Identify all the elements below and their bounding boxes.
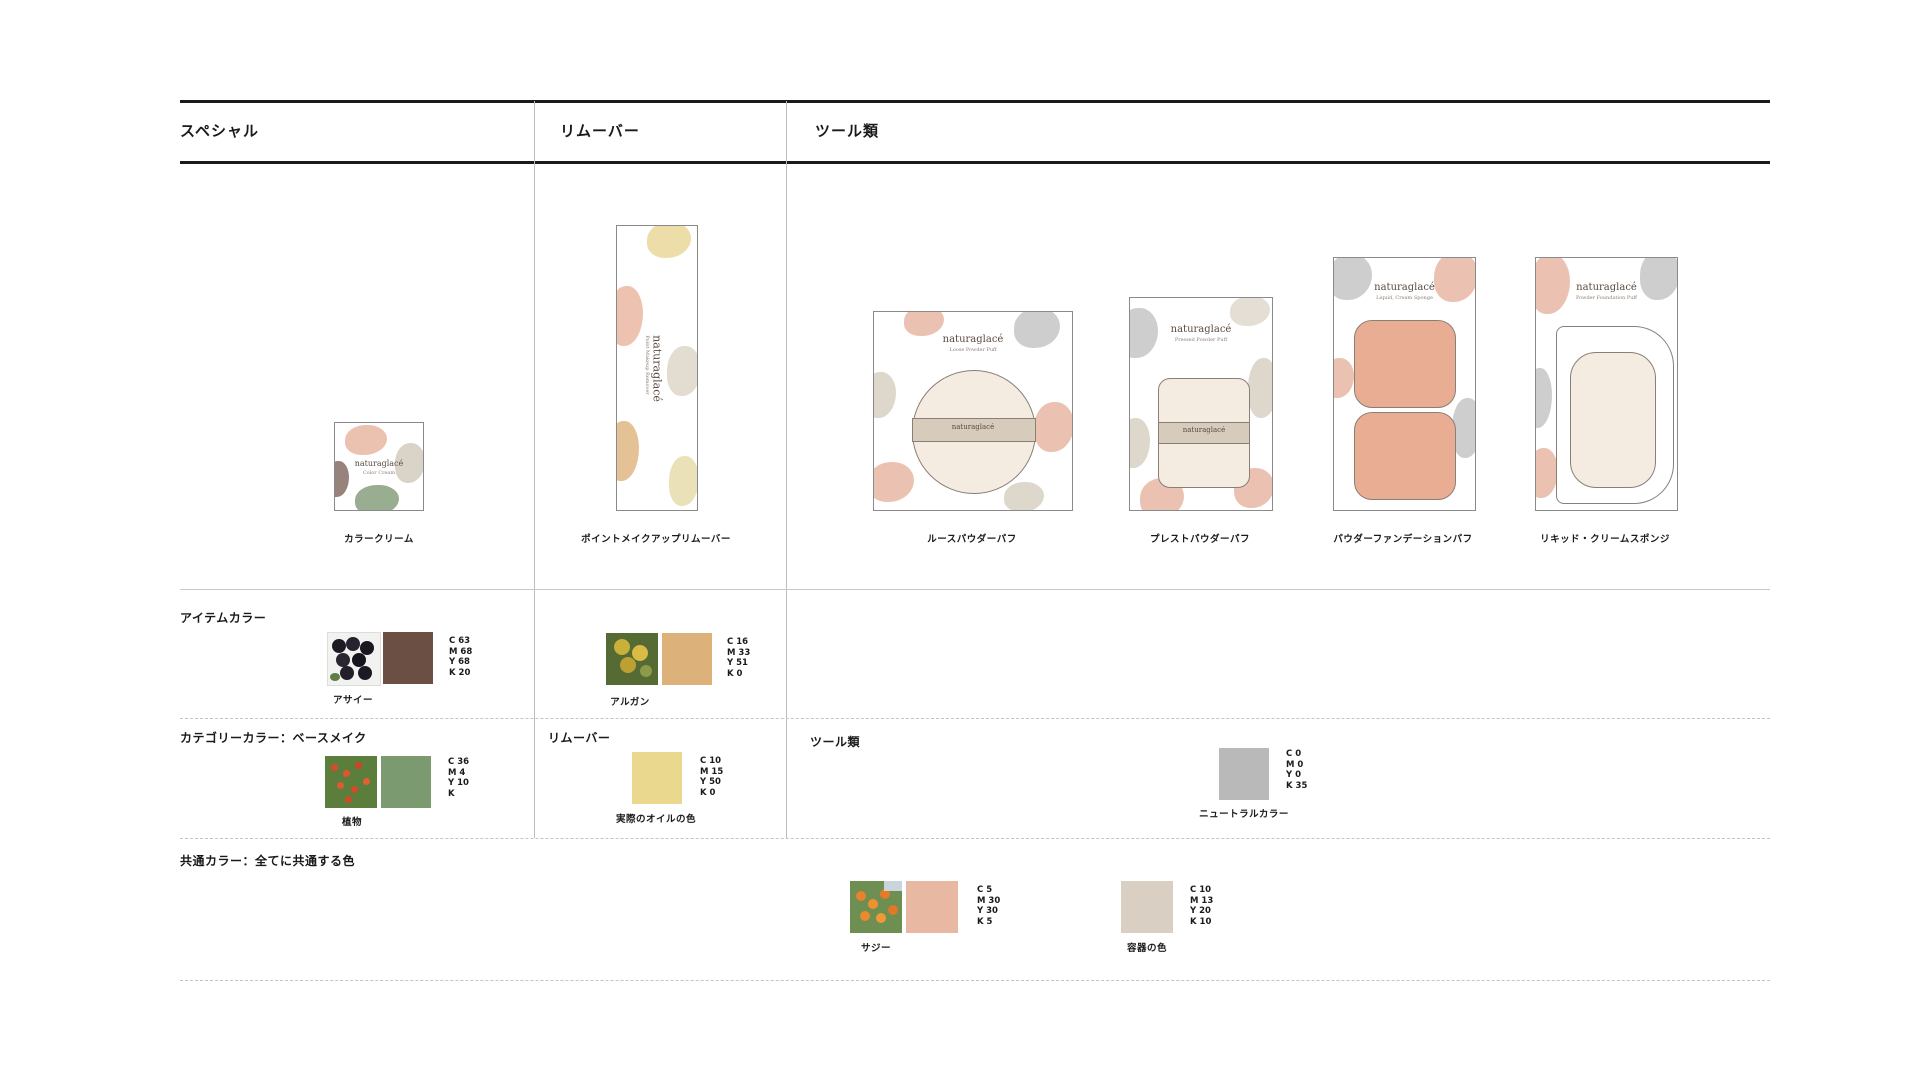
foundation-puff-package: naturaglacé Liquid, Cream Sponge — [1333, 257, 1476, 511]
top-rule — [180, 100, 1770, 103]
sea-buckthorn-cmyk: C 5 M 30 Y 30 K 5 — [977, 885, 1001, 927]
product-subtitle: Color Cream — [362, 470, 396, 476]
brand-logo: naturaglacé — [942, 334, 1004, 345]
remover-color-heading: リムーバー — [548, 731, 611, 745]
brand-logo: naturaglacé — [1374, 282, 1435, 293]
brand-logo: naturaglacé — [650, 335, 664, 402]
upper-sponge — [1354, 320, 1456, 408]
sea-buckthorn-label: サジー — [860, 943, 891, 954]
lower-sponge — [1354, 412, 1456, 500]
product-subtitle: Loose Powder Puff — [949, 347, 997, 353]
acai-cmyk: C 63 M 68 Y 68 K 20 — [449, 636, 473, 678]
container-swatch — [1121, 881, 1173, 933]
column-header-tools: ツール類 — [815, 122, 880, 140]
product-subtitle: Liquid, Cream Sponge — [1376, 295, 1433, 301]
sea-buckthorn-swatch — [906, 881, 958, 933]
item-color-heading: アイテムカラー — [180, 611, 267, 625]
puff-brand: naturaglacé — [951, 423, 995, 431]
argan-swatch — [662, 633, 712, 685]
plant-cmyk: C 36 M 4 Y 10 K — [448, 757, 470, 799]
neutral-cmyk: C 0 M 0 Y 0 K 35 — [1286, 749, 1308, 791]
header-bottom-rule — [180, 161, 1770, 164]
oil-swatch — [632, 752, 682, 804]
product-subtitle: Point Makeup Remover — [644, 335, 650, 395]
color-cream-package: naturaglacé Color Cream — [334, 422, 424, 511]
brand-logo: naturaglacé — [1170, 324, 1232, 335]
acai-swatch — [383, 632, 433, 684]
common-color-heading: 共通カラー：全てに共通する色 — [180, 854, 356, 868]
color-cream-label: カラークリーム — [344, 534, 414, 545]
foundation-puff-label: パウダーファンデーションパフ — [1333, 534, 1473, 545]
tools-color-heading: ツール類 — [810, 735, 861, 749]
neutral-swatch — [1219, 748, 1269, 800]
products-bottom-rule — [180, 589, 1770, 590]
liquid-sponge-label: リキッド・クリームスポンジ — [1540, 534, 1670, 545]
remover-package: naturaglacé Point Makeup Remover — [616, 225, 698, 511]
neutral-label: ニュートラルカラー — [1199, 809, 1289, 820]
loose-powder-puff-label: ルースパウダーパフ — [927, 534, 1017, 545]
container-label: 容器の色 — [1126, 943, 1167, 954]
argan-label: アルガン — [610, 697, 650, 708]
pressed-powder-puff-package: naturaglacé Pressed Powder Puff naturagl… — [1129, 297, 1273, 511]
item-color-bottom-rule — [180, 718, 1770, 719]
column-divider-2 — [786, 101, 787, 838]
sea-buckthorn-photo — [850, 881, 902, 933]
common-color-bottom-rule — [180, 980, 1770, 981]
loose-powder-puff-package: naturaglacé Loose Powder Puff naturaglac… — [873, 311, 1073, 511]
acai-label: アサイー — [332, 695, 373, 706]
plant-label: 植物 — [341, 817, 362, 828]
column-header-special: スペシャル — [180, 122, 259, 140]
plant-swatch — [381, 756, 431, 808]
oil-label: 実際のオイルの色 — [615, 814, 696, 825]
column-divider-1 — [534, 101, 535, 838]
liquid-sponge-package: naturaglacé Powder Foundation Puff — [1535, 257, 1678, 511]
argan-photo — [606, 633, 658, 685]
argan-cmyk: C 16 M 33 Y 51 K 0 — [727, 637, 751, 679]
puff-brand: naturaglacé — [1182, 426, 1226, 434]
sponge-front — [1570, 352, 1656, 488]
column-header-remover: リムーバー — [560, 122, 640, 140]
product-subtitle: Powder Foundation Puff — [1576, 295, 1637, 301]
product-subtitle: Pressed Powder Puff — [1174, 337, 1228, 343]
brand-logo: naturaglacé — [354, 459, 404, 468]
pressed-powder-puff-label: プレストパウダーパフ — [1150, 534, 1250, 545]
brand-logo: naturaglacé — [1576, 282, 1637, 293]
category-color-bottom-rule — [180, 838, 1770, 839]
oil-cmyk: C 10 M 15 Y 50 K 0 — [700, 756, 724, 798]
category-color-heading: カテゴリーカラー：ベースメイク — [180, 731, 367, 745]
remover-label: ポイントメイクアップリムーバー — [581, 534, 731, 545]
container-cmyk: C 10 M 13 Y 20 K 10 — [1190, 885, 1214, 927]
plant-photo — [325, 756, 377, 808]
acai-photo — [327, 632, 381, 686]
